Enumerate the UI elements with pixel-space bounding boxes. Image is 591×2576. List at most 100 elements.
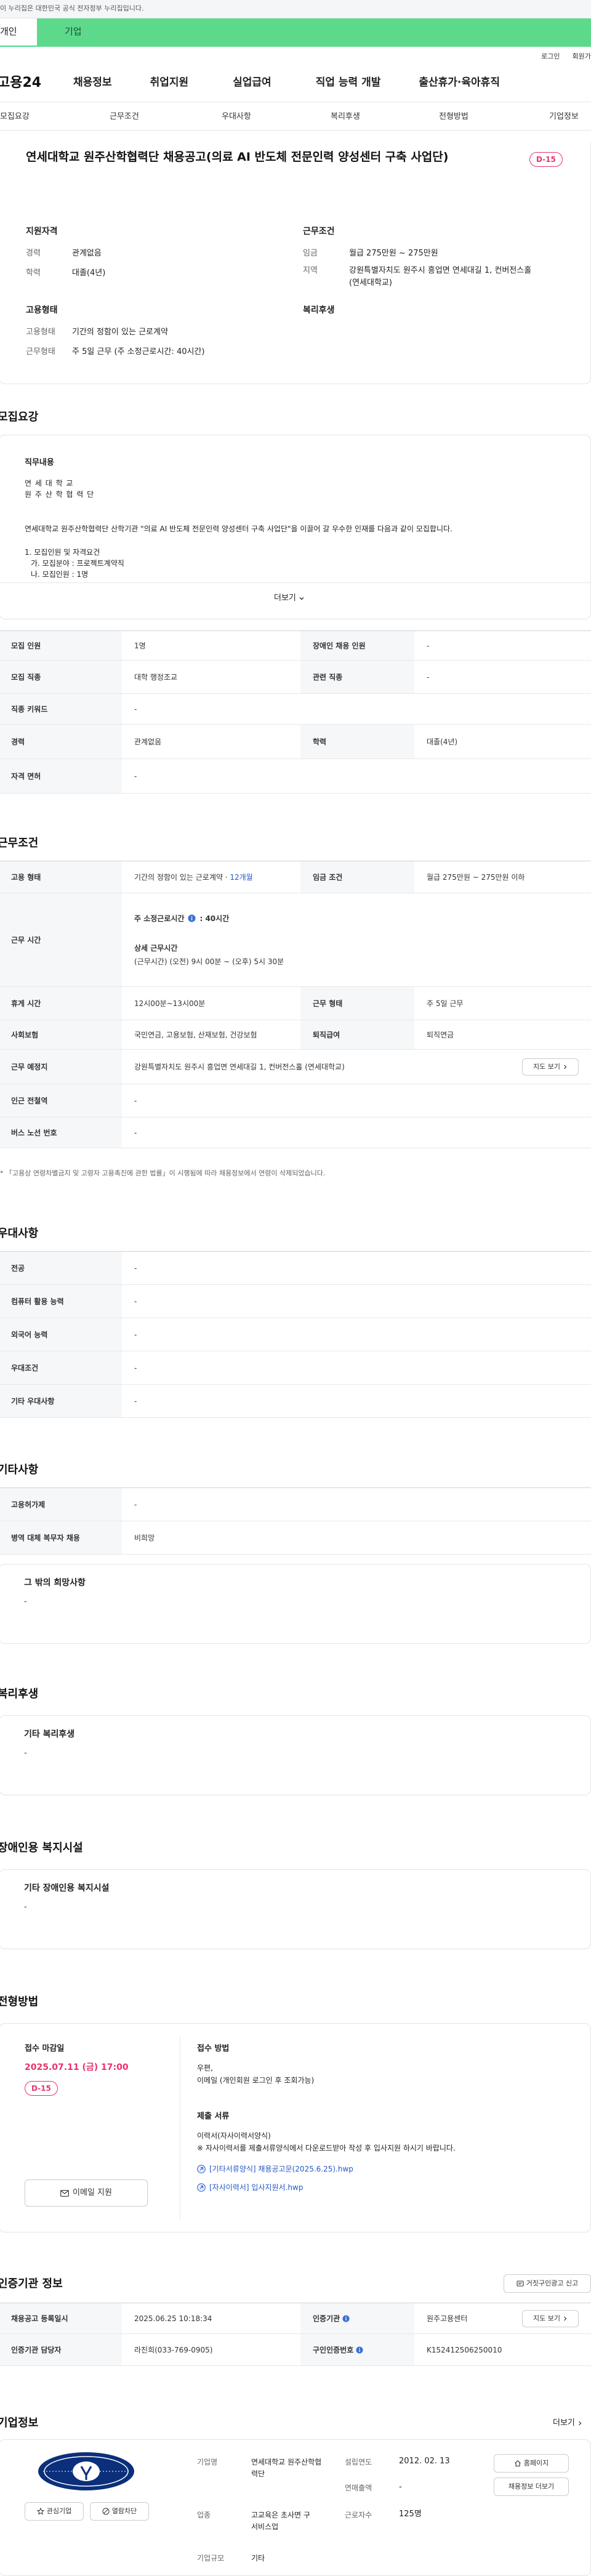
table-row: 전공 -	[0, 1252, 591, 1285]
link-icon	[197, 2165, 206, 2173]
info-icon[interactable]	[342, 2314, 350, 2322]
gnb-employment-support[interactable]: 취업지원	[150, 75, 189, 91]
mail-icon	[60, 2189, 69, 2197]
table-row: 인증기관 담당자 라진희(033-769-0905) 구인인증번호 K15241250…	[0, 2334, 591, 2366]
more-label: 더보기	[274, 594, 296, 603]
docs-value-1: 이력서(자사이력서양식)	[197, 2131, 271, 2140]
company-name-k: 기업명	[197, 2458, 218, 2466]
table-row: 경력 관계없음 학력 대졸(4년)	[0, 725, 591, 759]
info-icon[interactable]	[356, 2346, 363, 2354]
page: 이 누리집은 대한민국 공식 전자정부 누리집입니다. 개인 기업 로그인 회원…	[0, 0, 591, 2576]
process-section-title: 전형방법	[0, 1995, 39, 2008]
utility-bar: 로그인 회원가입	[0, 47, 591, 64]
table-row: 근무 시간 주 소정근로시간: 40시간 상세 근무시간 (근무시간) (오전)…	[0, 893, 591, 987]
company-jobs-button[interactable]: 채용정보 더보기	[494, 2477, 569, 2496]
gov-notice-text: 이 누리집은 대한민국 공식 전자정부 누리집입니다.	[0, 4, 144, 12]
company-employees-k: 근로자수	[345, 2511, 372, 2519]
subnav-company[interactable]: 기업정보	[549, 111, 579, 123]
recruit-section-title: 모집요강	[0, 411, 39, 424]
subnav-recruit[interactable]: 모집요강	[0, 111, 30, 123]
work-section-title: 근무조건	[0, 837, 39, 850]
work-table: 고용 형태 기간의 정함이 있는 근로계약 · 12개월 임금 조건 월급 275만원…	[0, 861, 591, 1148]
method-value-2: 이메일 (개인회원 로그인 후 조회가능)	[197, 2076, 315, 2085]
method-label: 접수 방법	[197, 2044, 230, 2053]
age-note: * 「고용상 연령차별금지 및 고령자 고용촉진에 관한 법률」이 시행됨에 따…	[0, 1169, 326, 1177]
gnb-parental-leave[interactable]: 출산휴가·육아휴직	[419, 75, 500, 91]
table-row: 사회보험 국민연금, 고용보험, 산재보험, 건강보험 퇴직급여 퇴직연금	[0, 1020, 591, 1050]
etc-table: 고용허가제 - 병역 대체 복무자 채용 비희망	[0, 1487, 591, 1555]
company-section-title: 기업정보	[0, 2417, 39, 2429]
subnav-welfare[interactable]: 복리후생	[331, 111, 360, 123]
summary-location: 지역 강원특별자치도 원주시 흥업면 연세대길 1, 컨버전스홀(연세대학교)	[303, 266, 532, 288]
disabled-card: 기타 장애인용 복지시설 -	[0, 1869, 591, 1949]
qual-label: 지원자격	[26, 227, 58, 236]
site-logo[interactable]: 고용24	[0, 73, 56, 93]
link-icon	[197, 2183, 206, 2192]
summary-worktype: 근무형태 주 5일 근무 (주 소정근로시간: 40시간)	[26, 347, 205, 356]
summary-career: 경력 관계없음	[26, 249, 102, 258]
homepage-button[interactable]: 홈페이지	[494, 2454, 569, 2473]
section-subnav: 모집요강 근무조건 우대사항 복리후생 전형방법 기업정보	[0, 102, 591, 131]
false-ad-report-button[interactable]: 거짓구인광고 신고	[504, 2274, 591, 2293]
docs-value-2: ※ 자사이력서를 제출서류양식에서 다운로드받아 작성 후 입사지원 하시기 바…	[197, 2144, 456, 2152]
more-toggle[interactable]: 더보기	[274, 592, 305, 605]
welfare-card: 기타 복리후생 -	[0, 1715, 591, 1795]
block-icon	[102, 2508, 110, 2515]
tab-company[interactable]: 기업	[37, 18, 591, 47]
company-est-v: 2012. 02. 13	[399, 2457, 450, 2466]
table-row: 우대조건 -	[0, 1351, 591, 1385]
disabled-section-title: 장애인용 복지시설	[0, 1841, 83, 1854]
table-row: 모집 인원 1명 장애인 채용 인원 -	[0, 631, 591, 661]
info-icon[interactable]	[188, 914, 196, 922]
company-name-v: 연세대학교 원주산학협력단	[251, 2458, 322, 2479]
map-view-button[interactable]: 지도 보기	[522, 1058, 579, 1076]
gnb-job-info[interactable]: 채용정보	[73, 75, 112, 91]
table-row: 기타 우대사항 -	[0, 1385, 591, 1418]
table-row: 컴퓨터 활용 능력 -	[0, 1285, 591, 1318]
table-row: 버스 노선 번호 -	[0, 1117, 591, 1148]
company-more-link[interactable]: 더보기	[553, 2417, 582, 2429]
file-link-2[interactable]: [자사이력서] 입사지원서.hwp	[197, 2182, 303, 2193]
dday-badge: D-15	[529, 152, 563, 167]
table-row: 근무 예정지 강원특별자치도 원주시 흥업면 연세대길 1, 컨버전스홀 (연세대…	[0, 1050, 591, 1084]
cert-section-title: 인증기관 정보	[0, 2277, 63, 2290]
company-employees-v: 125명	[399, 2510, 422, 2519]
gnb-vocational-training[interactable]: 직업 능력 개발	[316, 75, 381, 91]
table-row: 휴게 시간 12시00분~13시00분 근무 형태 주 5일 근무	[0, 987, 591, 1020]
agency-map-button[interactable]: 지도 보기	[522, 2310, 579, 2327]
gov-notice-bar: 이 누리집은 대한민국 공식 전자정부 누리집입니다.	[0, 0, 591, 18]
file-link-1[interactable]: [기타서류양식] 채용공고문(2025.6.25).hwp	[197, 2163, 353, 2175]
tab-individual[interactable]: 개인	[0, 18, 37, 47]
user-type-tabs: 개인 기업	[0, 18, 591, 47]
company-est-k: 설립연도	[345, 2458, 372, 2466]
company-scale-v: 기타	[251, 2554, 265, 2562]
detail-hours-label: 상세 근무시간	[134, 943, 178, 952]
interest-company-button[interactable]: 관심기업	[25, 2502, 84, 2521]
duty-fade-divider	[0, 582, 591, 583]
recruit-table: 모집 인원 1명 장애인 채용 인원 - 모집 직종 대학 행정조교 관련 직종 - 직종 …	[0, 630, 591, 794]
etc-section-title: 기타사항	[0, 1463, 39, 1476]
star-icon	[36, 2508, 44, 2515]
emp-label: 고용형태	[26, 305, 58, 315]
email-apply-button[interactable]: 이메일 지원	[25, 2180, 148, 2207]
join-link[interactable]: 회원가입	[573, 52, 591, 64]
welfare-label: 복리후생	[303, 305, 335, 315]
cond-label: 근무조건	[303, 227, 335, 236]
duty-line-4: 1. 모집인원 및 자격요건	[25, 548, 100, 557]
summary-emptype: 고용형태 기간의 정함이 있는 근로계약	[26, 328, 168, 337]
block-company-button[interactable]: 열람차단	[90, 2502, 149, 2521]
duty-line-6: 나. 모집인원 : 1명	[31, 570, 89, 579]
gnb-unemployment-benefit[interactable]: 실업급여	[233, 75, 271, 91]
deadline-label: 접수 마감일	[25, 2044, 65, 2053]
login-link[interactable]: 로그인	[541, 52, 560, 64]
summary-wage: 임금 월급 275만원 ~ 275만원	[303, 249, 438, 258]
table-row: 병역 대체 복무자 채용 비희망	[0, 1521, 591, 1555]
cert-table: 채용공고 등록일시 2025.06.25 10:18:34 인증기관 원주고용센터 지…	[0, 2303, 591, 2366]
table-row: 직종 키워드 -	[0, 694, 591, 725]
table-row: 외국어 능력 -	[0, 1318, 591, 1351]
deadline-value: 2025.07.11 (금) 17:00	[25, 2063, 129, 2072]
subnav-process[interactable]: 전형방법	[439, 111, 468, 123]
subnav-conditions[interactable]: 근무조건	[110, 111, 139, 123]
duty-line-5: 가. 모집분야 : 프로젝트계약직	[31, 559, 124, 568]
subnav-preferences[interactable]: 우대사항	[222, 111, 251, 123]
